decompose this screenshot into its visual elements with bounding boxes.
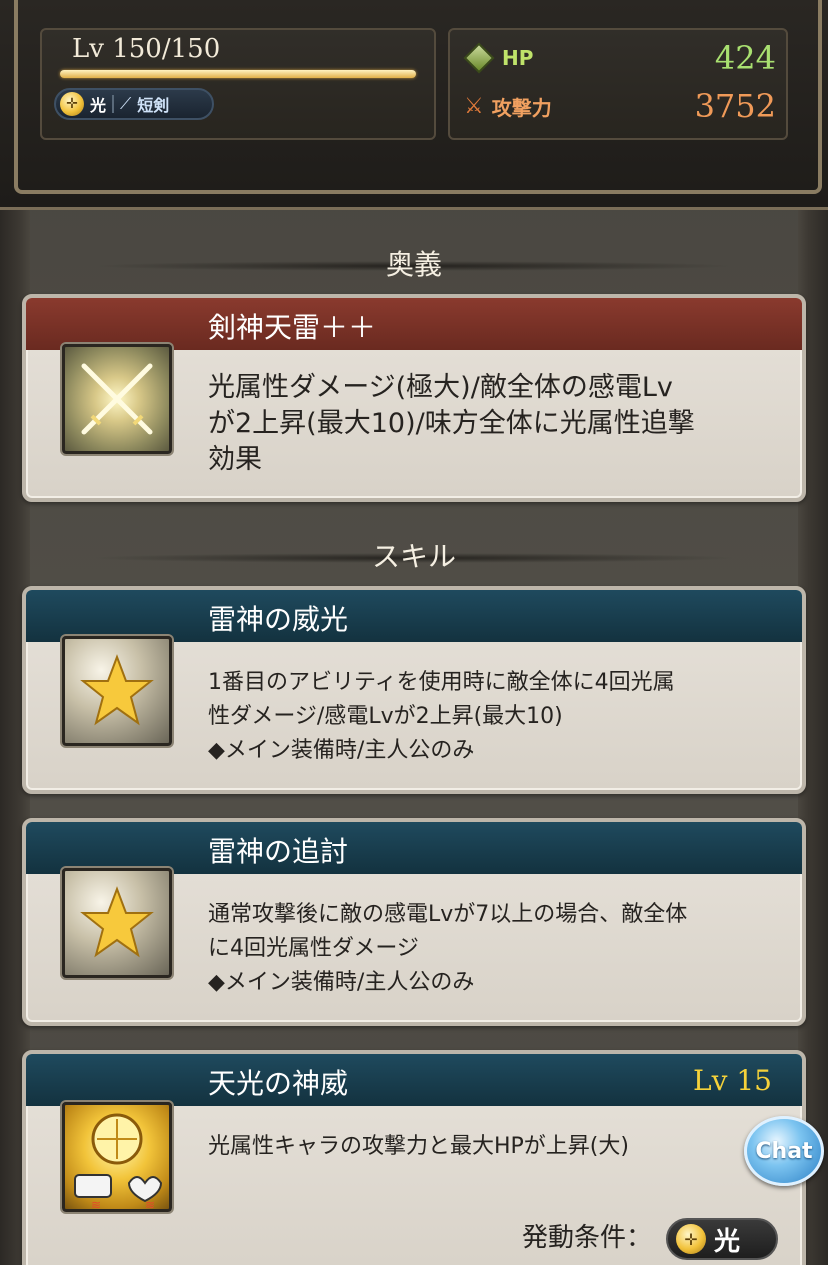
dagger-icon: ⟋ bbox=[120, 94, 132, 113]
level-box: Lv 150/150 ✛ 光 ⟋ 短剣 bbox=[40, 28, 436, 140]
skill-desc-line: 通常攻撃後に敵の感電Lvが7以上の場合、敵全体 bbox=[208, 902, 688, 927]
divider bbox=[112, 95, 115, 113]
skill-card-header: 雷神の追討 bbox=[26, 822, 802, 874]
activation-condition-label: 発動条件： bbox=[521, 1223, 652, 1253]
skill-desc-line: 1番目のアビリティを使用時に敵全体に4回光属 bbox=[208, 670, 675, 695]
ougi-desc-line: が2上昇(最大10)/味方全体に光属性追撃 bbox=[208, 408, 695, 439]
chat-label: Chat bbox=[755, 1138, 813, 1164]
skill-desc-line: に4回光属性ダメージ bbox=[208, 936, 419, 961]
star-icon bbox=[62, 868, 172, 978]
ougi-card-header: 剣神天雷＋＋ bbox=[26, 298, 802, 350]
ougi-name: 剣神天雷＋＋ bbox=[208, 311, 377, 344]
weapon-type-label: 短剣 bbox=[137, 96, 170, 115]
skill-description: 光属性キャラの攻撃力と最大HPが上昇(大) bbox=[208, 1130, 629, 1164]
hp-icon bbox=[463, 42, 495, 74]
chat-button[interactable]: Chat bbox=[744, 1116, 824, 1186]
stats-box: HP 424 ⚔ 攻撃力 3752 bbox=[448, 28, 788, 140]
skill-name: 雷神の威光 bbox=[208, 603, 349, 636]
light-attack-hp-up-icon: ≋ ≋ bbox=[62, 1102, 172, 1212]
skill-description: 通常攻撃後に敵の感電Lvが7以上の場合、敵全体 に4回光属性ダメージ ◆メイン装… bbox=[208, 898, 687, 1000]
light-element-icon: ✛ bbox=[676, 1224, 706, 1254]
skill-card-header: 天光の神威 Lv 15 bbox=[26, 1054, 802, 1106]
skill-description: 1番目のアビリティを使用時に敵全体に4回光属 性ダメージ/感電Lvが2上昇(最大… bbox=[208, 666, 675, 768]
hp-row: HP 424 bbox=[460, 36, 776, 80]
skill-card-1[interactable]: 雷神の威光 1番目のアビリティを使用時に敵全体に4回光属 性ダメージ/感電Lvが… bbox=[22, 586, 806, 794]
svg-text:≋: ≋ bbox=[145, 1198, 155, 1209]
condition-element: 光 bbox=[714, 1226, 741, 1257]
skill-name: 雷神の追討 bbox=[208, 835, 349, 868]
weapon-detail-page: Lv 150/150 ✛ 光 ⟋ 短剣 HP 424 ⚔ 攻撃力 3752 奥義… bbox=[0, 0, 828, 1265]
ougi-description: 光属性ダメージ(極大)/敵全体の感電Lv が2上昇(最大10)/味方全体に光属性… bbox=[208, 370, 695, 478]
level-text: Lv 150/150 bbox=[72, 34, 221, 64]
attribute-pill: ✛ 光 ⟋ 短剣 bbox=[54, 88, 214, 120]
ougi-card[interactable]: 剣神天雷＋＋ 光属性ダメージ(極大)/敵全体の感電Lv が2上昇(最大10)/味… bbox=[22, 294, 806, 502]
hp-value: 424 bbox=[714, 39, 776, 77]
sword-icon: ⚔ bbox=[464, 93, 484, 119]
hp-label: HP bbox=[502, 46, 534, 70]
status-panel: Lv 150/150 ✛ 光 ⟋ 短剣 HP 424 ⚔ 攻撃力 3752 bbox=[0, 0, 828, 210]
crossed-swords-icon bbox=[62, 344, 172, 454]
activation-condition-badge: ✛ 光 bbox=[666, 1218, 778, 1260]
skill-name: 天光の神威 bbox=[208, 1067, 349, 1100]
skill-card-header: 雷神の威光 bbox=[26, 590, 802, 642]
level-progress-bar bbox=[60, 70, 416, 78]
star-icon bbox=[62, 636, 172, 746]
skill-desc-line: ◆メイン装備時/主人公のみ bbox=[208, 970, 475, 995]
ougi-section-title: 奥義 bbox=[385, 248, 442, 281]
skill-desc-line: 光属性キャラの攻撃力と最大HPが上昇(大) bbox=[208, 1134, 629, 1159]
skill-section-header: スキル bbox=[90, 535, 738, 575]
skill-level: Lv 15 bbox=[693, 1064, 772, 1097]
light-element-icon: ✛ bbox=[60, 92, 84, 116]
skill-desc-line: ◆メイン装備時/主人公のみ bbox=[208, 738, 475, 763]
skill-card-2[interactable]: 雷神の追討 通常攻撃後に敵の感電Lvが7以上の場合、敵全体 に4回光属性ダメージ… bbox=[22, 818, 806, 1026]
skill-section-title: スキル bbox=[371, 540, 456, 573]
attack-value: 3752 bbox=[694, 87, 776, 125]
attack-label: 攻撃力 bbox=[491, 95, 552, 120]
ougi-desc-line: 光属性ダメージ(極大)/敵全体の感電Lv bbox=[208, 372, 673, 403]
skill-desc-line: 性ダメージ/感電Lvが2上昇(最大10) bbox=[208, 704, 563, 729]
skill-card-3[interactable]: 天光の神威 Lv 15 ≋ ≋ 光属性キャラの攻撃力と最大HPが上昇(大) 発動… bbox=[22, 1050, 806, 1265]
svg-text:≋: ≋ bbox=[91, 1198, 101, 1209]
element-label: 光 bbox=[90, 96, 107, 115]
ougi-section-header: 奥義 bbox=[90, 243, 738, 283]
ougi-desc-line: 効果 bbox=[208, 444, 262, 475]
attack-row: ⚔ 攻撃力 3752 bbox=[460, 84, 776, 128]
